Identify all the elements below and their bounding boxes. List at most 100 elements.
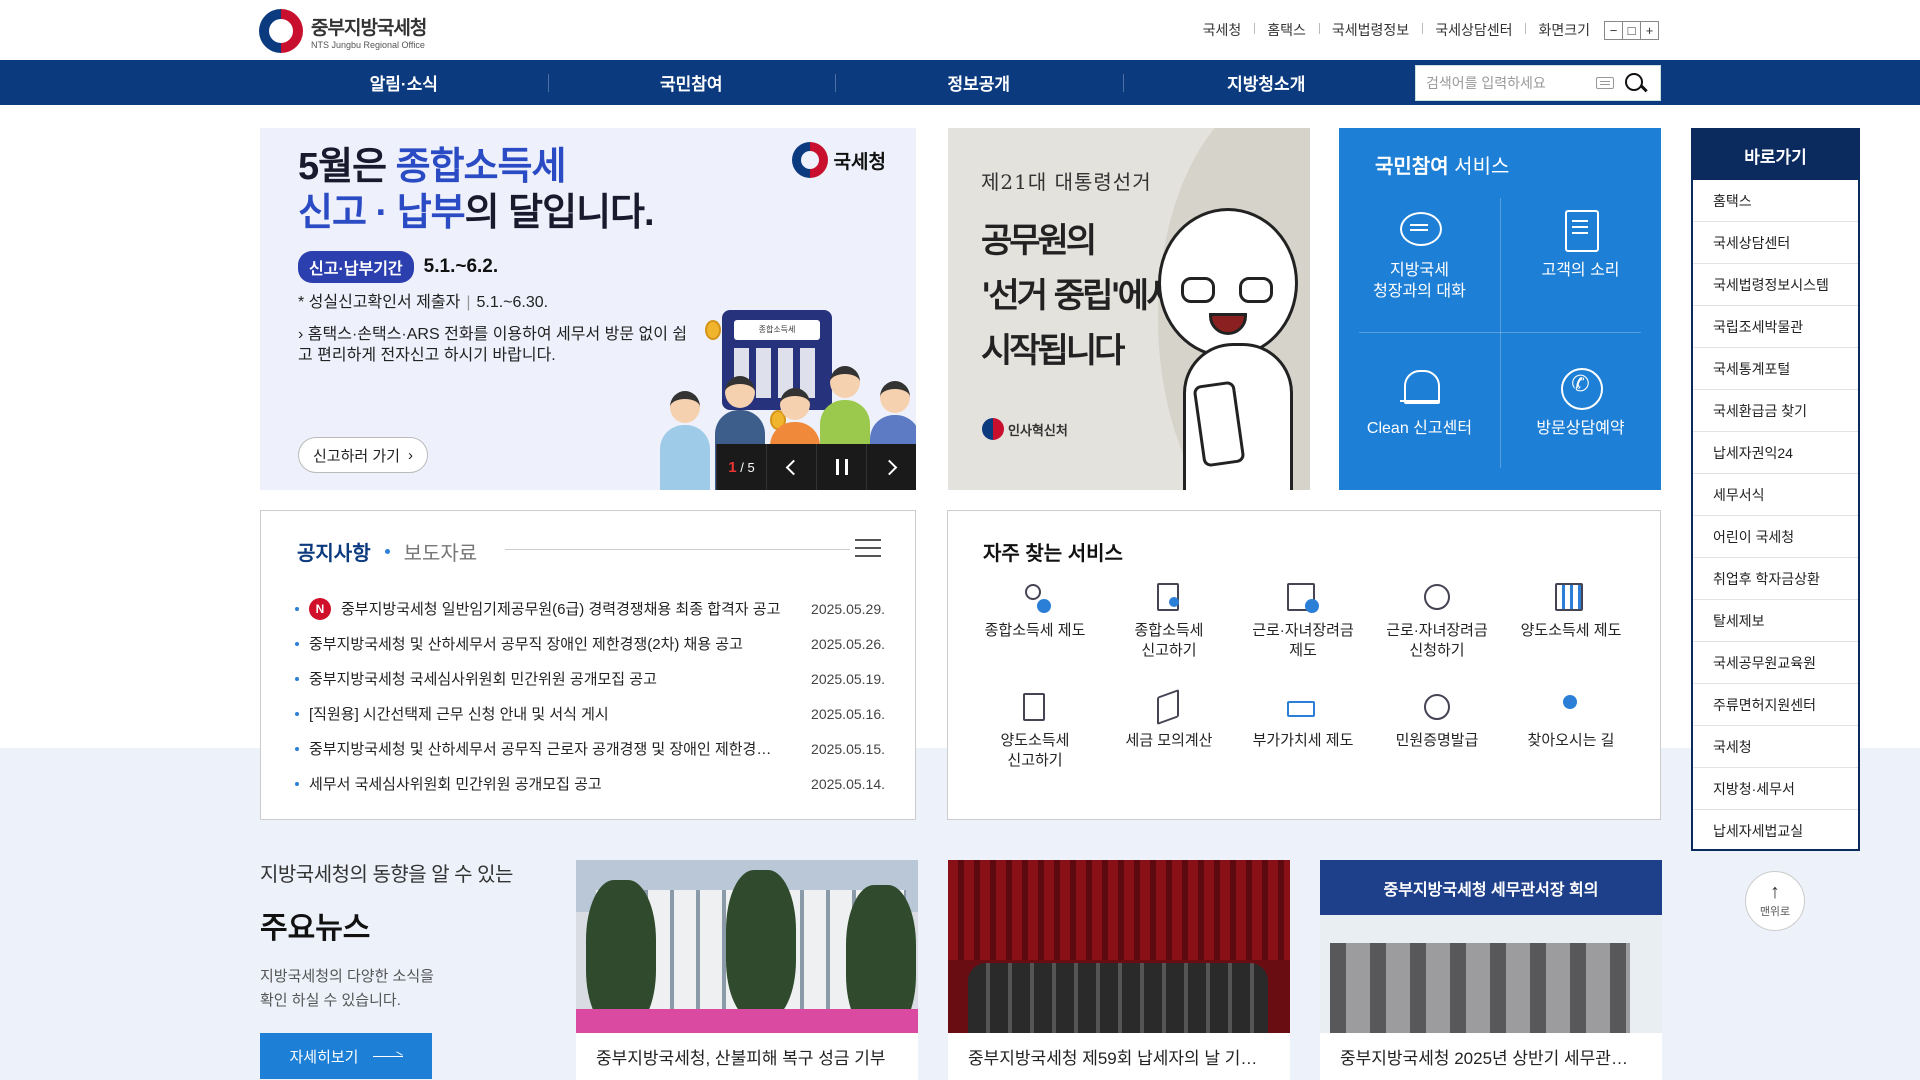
service-certificate-issue[interactable]: 민원증명발급 <box>1370 691 1504 771</box>
main-news-intro: 지방국세청의 동향을 알 수 있는 주요뉴스 지방국세청의 다양한 소식을 확인 … <box>260 858 560 1079</box>
service-vat-system[interactable]: 부가가치세 제도 <box>1236 691 1370 771</box>
logo-korean-text: 중부지방국세청 <box>311 17 427 39</box>
search-input[interactable] <box>1426 75 1596 91</box>
tab-press-releases[interactable]: 보도자료 <box>404 537 478 566</box>
zoom-out-button[interactable]: − <box>1604 20 1623 40</box>
news-photo <box>948 860 1290 1033</box>
quick-link[interactable]: 어린이 국세청 <box>1693 516 1858 558</box>
main-banner-income-tax[interactable]: 5월은 종합소득세 신고 · 납부의 달입니다. 국세청 신고·납부기간 5.1… <box>260 128 916 490</box>
quick-link[interactable]: 탈세제보 <box>1693 600 1858 642</box>
banner-pager: 1 / 5 <box>716 444 766 490</box>
util-link-tax-law[interactable]: 국세법령정보 <box>1318 20 1422 40</box>
news-subtitle: 지방국세청의 동향을 알 수 있는 <box>260 864 513 886</box>
notice-item[interactable]: [직원용] 시간선택제 근무 신청 안내 및 서식 게시 2025.05.16. <box>295 696 885 731</box>
quick-link[interactable]: 홈택스 <box>1693 180 1858 222</box>
zoom-reset-button[interactable]: □ <box>1622 20 1641 40</box>
notice-item[interactable]: N 중부지방국세청 일반임기제공무원(6급) 경력경쟁채용 최종 합격자 공고 20… <box>295 591 885 626</box>
notice-item[interactable]: 중부지방국세청 및 산하세무서 공무직 장애인 제한경쟁(2차) 채용 공고 20… <box>295 626 885 661</box>
quick-link[interactable]: 국립조세박물관 <box>1693 306 1858 348</box>
service-income-tax-filing[interactable]: 종합소득세 신고하기 <box>1102 581 1236 661</box>
pause-slide-button[interactable] <box>816 444 866 490</box>
search-icon[interactable] <box>1624 72 1646 94</box>
election-neutrality-banner[interactable]: 제21대 대통령선거 공무원의 '선거 중립'에서 시작됩니다 인사혁신처 <box>948 128 1310 490</box>
quick-link[interactable]: 국세상담센터 <box>1693 222 1858 264</box>
phone-icon <box>1559 366 1603 410</box>
notice-item[interactable]: 중부지방국세청 및 산하세무서 공무직 근로자 공개경쟁 및 장애인 제한경쟁 … <box>295 731 885 766</box>
zoom-in-button[interactable]: + <box>1640 20 1659 40</box>
document-icon <box>1559 208 1603 252</box>
nav-item-disclosure[interactable]: 정보공개 <box>835 60 1123 105</box>
quick-link[interactable]: 국세공무원교육원 <box>1693 642 1858 684</box>
back-to-top-button[interactable]: ↑ 맨위로 <box>1745 871 1805 931</box>
file-now-button[interactable]: 신고하러 가기 › <box>298 437 428 473</box>
top-header: 중부지방국세청 NTS Jungbu Regional Office 국세청 홈… <box>0 0 1920 60</box>
nts-emblem-icon <box>259 9 303 53</box>
banner-controls: 1 / 5 <box>716 444 916 490</box>
service-directions[interactable]: 찾아오시는 길 <box>1504 691 1638 771</box>
quick-link[interactable]: 국세환급금 찾기 <box>1693 390 1858 432</box>
arrow-right-icon <box>372 1055 403 1057</box>
service-transfer-tax-filing[interactable]: 양도소득세 신고하기 <box>968 691 1102 771</box>
emblem-icon <box>982 418 1004 440</box>
util-link-hometax[interactable]: 홈택스 <box>1254 20 1319 40</box>
chevron-right-icon: › <box>407 446 413 464</box>
card-icon <box>1287 691 1319 723</box>
more-menu-icon[interactable] <box>855 537 881 559</box>
service-incentive-system[interactable]: 근로·자녀장려금 제도 <box>1236 581 1370 661</box>
util-link-nts[interactable]: 국세청 <box>1190 20 1255 40</box>
chevron-right-icon <box>881 459 898 475</box>
quick-link[interactable]: 주류면허지원센터 <box>1693 684 1858 726</box>
service-clean-report[interactable]: Clean 신고센터 <box>1339 366 1500 439</box>
mpm-logo: 인사혁신처 <box>982 418 1068 440</box>
news-caption: 중부지방국세청, 산불피해 복구 성금 기부 <box>596 1049 886 1068</box>
quick-link[interactable]: 납세자권익24 <box>1693 432 1858 474</box>
service-income-tax-system[interactable]: 종합소득세 제도 <box>968 581 1102 661</box>
news-card[interactable]: 중부지방국세청 제59회 납세자의 날 기념식 <box>948 860 1290 1080</box>
quick-link[interactable]: 납세자세법교실 <box>1693 810 1858 852</box>
news-card[interactable]: 중부지방국세청, 산불피해 복구 성금 기부 <box>576 860 918 1080</box>
calendar-icon <box>1287 581 1319 613</box>
prev-slide-button[interactable] <box>766 444 816 490</box>
nav-item-about[interactable]: 지방청소개 <box>1122 60 1411 105</box>
person-info-icon <box>1019 581 1051 613</box>
screen-size-label: 화면크기 <box>1525 20 1603 40</box>
service-talk-with-commissioner[interactable]: 지방국세 청장과의 대화 <box>1339 208 1500 302</box>
quick-link[interactable]: 국세청 <box>1693 726 1858 768</box>
quick-link[interactable]: 국세통계포털 <box>1693 348 1858 390</box>
service-customer-voice[interactable]: 고객의 소리 <box>1500 208 1661 281</box>
banner-title: 공무원의 '선거 중립'에서 시작됩니다 <box>981 221 1177 371</box>
banner-brand: 국세청 <box>791 142 886 178</box>
virtual-keyboard-icon[interactable] <box>1596 77 1614 89</box>
quick-link[interactable]: 지방청·세무서 <box>1693 768 1858 810</box>
site-logo[interactable]: 중부지방국세청 NTS Jungbu Regional Office <box>259 9 427 53</box>
service-transfer-tax-system[interactable]: 양도소득세 제도 <box>1504 581 1638 661</box>
megaphone-icon <box>1153 688 1185 726</box>
main-nav: 알림·소식 국민참여 정보공개 지방청소개 <box>0 60 1920 105</box>
news-photo <box>576 860 918 1033</box>
notice-item[interactable]: 세무서 국세심사위원회 민간위원 공개모집 공고 2025.05.14. <box>295 766 885 801</box>
next-slide-button[interactable] <box>866 444 916 490</box>
banner-subtitle: 제21대 대통령선거 <box>981 170 1152 194</box>
nav-item-participation[interactable]: 국민참여 <box>547 60 836 105</box>
new-badge: N <box>309 597 331 620</box>
tab-notices[interactable]: 공지사항 <box>297 537 371 566</box>
bell-icon <box>1398 366 1442 410</box>
location-icon <box>1555 691 1587 723</box>
news-caption: 중부지방국세청 제59회 납세자의 날 기념식 <box>968 1049 1270 1068</box>
chat-icon <box>1398 208 1442 252</box>
quick-links-title: 바로가기 <box>1693 130 1858 180</box>
document-search-icon <box>1153 581 1185 613</box>
service-incentive-apply[interactable]: 근로·자녀장려금 신청하기 <box>1370 581 1504 661</box>
quick-link[interactable]: 세무서식 <box>1693 474 1858 516</box>
util-link-counsel-center[interactable]: 국세상담센터 <box>1422 20 1525 40</box>
nav-item-news[interactable]: 알림·소식 <box>260 60 548 105</box>
service-visit-reservation[interactable]: 방문상담예약 <box>1500 366 1661 439</box>
news-more-button[interactable]: 자세히보기 <box>260 1033 432 1079</box>
quick-link[interactable]: 국세법령정보시스템 <box>1693 264 1858 306</box>
service-tax-simulation[interactable]: 세금 모의계산 <box>1102 688 1236 771</box>
quick-link[interactable]: 취업후 학자금상환 <box>1693 558 1858 600</box>
notice-item[interactable]: 중부지방국세청 국세심사위원회 민간위원 공개모집 공고 2025.05.19. <box>295 661 885 696</box>
news-card[interactable]: 중부지방국세청 세무관서장 회의 중부지방국세청 2025년 상반기 세무관서장… <box>1320 860 1662 1080</box>
frequent-services-title: 자주 찾는 서비스 <box>983 543 1123 565</box>
period-badge: 신고·납부기간 <box>298 251 414 283</box>
